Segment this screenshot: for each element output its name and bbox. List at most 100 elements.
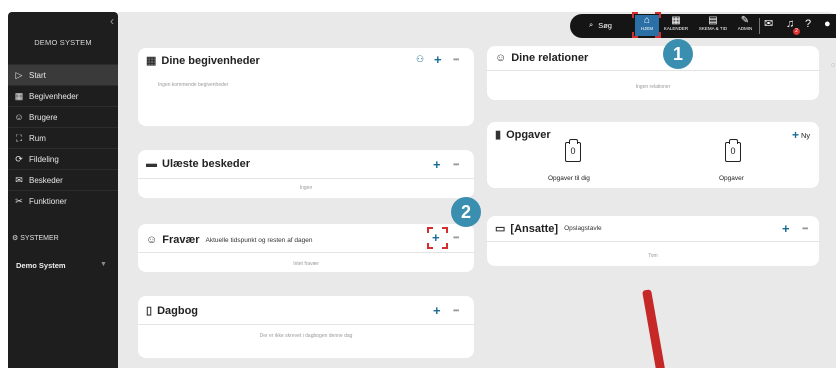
sidebar-item-funktioner[interactable]: ✂ Funktioner (8, 190, 118, 211)
sidebar-item-start[interactable]: ▷ Start (8, 64, 118, 85)
nav-admin[interactable]: ✎ ADMIN (735, 15, 755, 36)
sidebar-item-label: Beskeder (29, 175, 63, 185)
absence-header: ☺ Fravær Aktuelle tidspunkt og resten af… (146, 234, 313, 246)
share-icon: ⟳ (15, 153, 23, 164)
wrench-icon: ✎ (740, 15, 750, 26)
add-post-button[interactable]: + (782, 222, 790, 235)
absence-empty: Intet fravær (293, 261, 319, 267)
book-icon: ▯ (146, 305, 153, 317)
step-callout-2: 2 (451, 197, 481, 227)
home-icon: ⌂ (643, 15, 651, 26)
messages-empty: Ingen (299, 185, 313, 191)
person-calendar-icon[interactable]: ⚇ (416, 54, 424, 65)
add-event-button[interactable]: + (434, 53, 442, 66)
sidebar-item-brugere[interactable]: ☺ Brugere (8, 106, 118, 127)
users-icon: ☺ (146, 234, 158, 246)
search-button[interactable]: ⌕ Søg (589, 20, 612, 30)
tasks-for-you-label[interactable]: Opgaver til dig (548, 175, 590, 182)
more-icon[interactable]: ••• (453, 160, 459, 170)
tasks-all-icon[interactable]: 0 (725, 139, 741, 162)
relations-card: ☺ Dine relationer Ingen relationer (487, 46, 819, 100)
diary-title: Dagbog (157, 304, 199, 317)
add-message-button[interactable]: + (433, 158, 441, 171)
users-icon: ☺ (14, 112, 24, 122)
calendar-icon: ▦ (146, 55, 157, 67)
systems-icon: ⚙ (12, 235, 19, 242)
schedule-icon: ▤ (708, 15, 718, 26)
diary-empty: Der er ikke skrevet i dagbogen denne dag (259, 333, 353, 339)
chevron-down-icon[interactable]: ▼ (100, 261, 107, 268)
tasks-all-label[interactable]: Opgaver (719, 175, 744, 182)
sidebar-item-label: Brugere (29, 112, 58, 122)
systems-label: SYSTEMER (20, 235, 59, 242)
play-icon: ▷ (15, 69, 23, 80)
plus-icon: + (792, 128, 800, 142)
highlight-corner (632, 32, 638, 38)
sidebar-item-label: Fildeling (29, 154, 59, 164)
systems-section: ⚙ SYSTEMER (12, 234, 59, 242)
nav-home-label: HJEM (640, 26, 654, 31)
nav-calendar[interactable]: ▦ KALENDER (663, 15, 689, 36)
events-empty: Ingen kommende begivenheder (158, 82, 229, 88)
mail-icon[interactable]: ✉ (764, 17, 773, 31)
absence-subtitle: Aktuelle tidspunkt og resten af dagen (205, 236, 313, 244)
system-selector[interactable]: Demo System (16, 261, 66, 270)
add-absence-button[interactable]: + (432, 231, 440, 244)
nav-schedule[interactable]: ▤ SKEMA & TID (697, 15, 729, 36)
calendar-icon: ▦ (14, 90, 24, 101)
sidebar-item-rum[interactable]: ⛶ Rum (8, 127, 118, 148)
messages-card: ▬ Ulæste beskeder Ingen (138, 150, 474, 198)
new-task-label: Ny (801, 130, 811, 140)
user-icon[interactable]: ● (824, 17, 831, 31)
sidebar-item-fildeling[interactable]: ⟳ Fildeling (8, 148, 118, 169)
board-icon: ▭ (495, 223, 506, 235)
divider (759, 18, 760, 34)
relations-title: Dine relationer (511, 52, 589, 64)
messages-title: Ulæste beskeder (162, 158, 251, 170)
sidebar-item-label: Rum (29, 133, 46, 143)
highlight-corner (427, 227, 433, 233)
events-header: ▦ Dine begivenheder (146, 54, 260, 68)
help-icon[interactable]: ? (805, 17, 811, 31)
nav-calendar-label: KALENDER (663, 26, 689, 31)
tools-icon: ✂ (15, 195, 23, 206)
new-task-button[interactable]: + Ny (792, 128, 810, 142)
divider (487, 70, 819, 71)
notification-badge: 2 (793, 28, 800, 35)
absence-card: ☺ Fravær Aktuelle tidspunkt og resten af… (138, 224, 474, 272)
sidebar-item-label: Funktioner (29, 196, 67, 206)
nav-schedule-label: SKEMA & TID (698, 26, 728, 31)
search-icon: ⌕ (589, 20, 594, 29)
board-subtitle: Opslagstavle (564, 225, 602, 232)
relations-header: ☺ Dine relationer (495, 52, 588, 64)
more-icon[interactable]: ••• (802, 224, 808, 234)
divider (487, 241, 819, 242)
highlight-corner (655, 12, 661, 18)
highlight-corner (427, 243, 433, 249)
board-card: ▭ [Ansatte] Opslagstavle Tom (487, 216, 819, 266)
highlight-corner (442, 227, 448, 233)
more-icon[interactable]: ••• (453, 233, 459, 243)
absence-title: Fravær (162, 234, 200, 246)
highlight-corner (632, 12, 638, 18)
tasks-for-you-icon[interactable]: 0 (565, 139, 581, 162)
sidebar-item-begivenheder[interactable]: ▦ Begivenheder (8, 85, 118, 106)
room-icon: ⛶ (15, 132, 23, 143)
messages-header: ▬ Ulæste beskeder (146, 158, 250, 170)
highlight-corner (442, 243, 448, 249)
divider (138, 252, 474, 253)
more-icon[interactable]: ••• (453, 55, 459, 65)
collapse-icon[interactable]: ‹ (110, 14, 114, 28)
edge-icon: ◌ (831, 62, 836, 69)
add-diary-button[interactable]: + (433, 304, 441, 317)
sidebar-item-label: Begivenheder (29, 91, 79, 101)
more-icon[interactable]: ••• (453, 306, 459, 316)
tasks-title: Opgaver (506, 128, 551, 141)
tasks-card: ▮ Opgaver (487, 122, 819, 188)
tasks-header: ▮ Opgaver (495, 128, 551, 142)
diary-header: ▯ Dagbog (146, 304, 199, 318)
clipboard-icon: ▮ (495, 129, 502, 141)
sidebar-item-beskeder[interactable]: ✉ Beskeder (8, 169, 118, 190)
highlight-corner (655, 32, 661, 38)
calendar-icon: ▦ (671, 15, 681, 26)
